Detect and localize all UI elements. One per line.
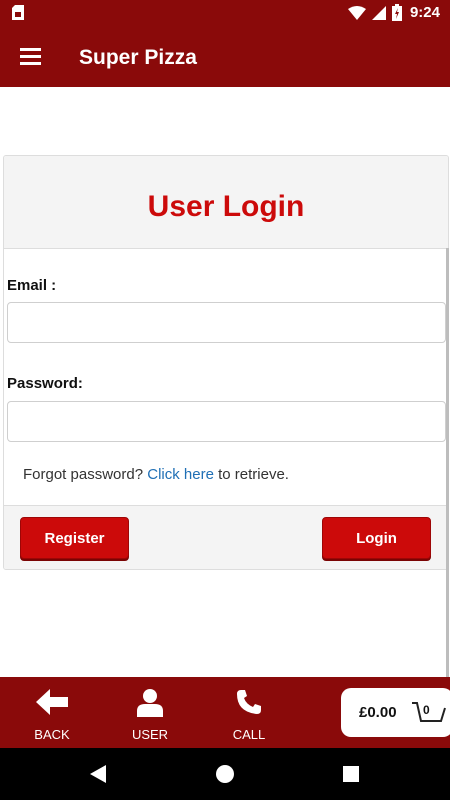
- status-icons: 9:24: [347, 0, 440, 25]
- wifi-icon: [347, 5, 366, 20]
- login-card-footer: Register Login: [4, 505, 448, 569]
- login-card-header: User Login: [4, 156, 448, 249]
- nav-back-button[interactable]: BACK: [17, 677, 87, 748]
- password-label: Password:: [7, 375, 83, 392]
- square-recents-icon: [343, 766, 359, 782]
- clock: 9:24: [409, 4, 440, 21]
- user-icon: [137, 689, 163, 717]
- app-bar: Super Pizza: [0, 25, 450, 87]
- nav-back-label: BACK: [34, 727, 70, 742]
- system-home-button[interactable]: [195, 748, 255, 800]
- phone-icon: [237, 690, 261, 714]
- cart-count: 0: [423, 703, 430, 717]
- system-nav-bar: [0, 748, 450, 800]
- screen: 9:24 Super Pizza User Login Email : Pass…: [0, 0, 450, 800]
- system-recents-button[interactable]: [321, 748, 381, 800]
- email-field[interactable]: [7, 302, 446, 343]
- forgot-password-text: Forgot password? Click here to retrieve.: [23, 466, 289, 483]
- system-back-button[interactable]: [68, 748, 128, 800]
- nav-call-label: CALL: [232, 727, 266, 742]
- battery-icon: [391, 4, 402, 21]
- status-bar: 9:24: [0, 0, 450, 25]
- nav-user-button[interactable]: USER: [115, 677, 185, 748]
- hamburger-menu-icon[interactable]: [20, 48, 42, 65]
- circle-home-icon: [216, 765, 234, 783]
- login-title: User Login: [147, 190, 305, 223]
- bottom-nav: BACK USER CALL £0.00 0: [0, 677, 450, 748]
- forgot-prefix: Forgot password?: [23, 466, 148, 483]
- login-button[interactable]: Login: [322, 517, 431, 559]
- app-title: Super Pizza: [79, 46, 197, 69]
- arrow-left-icon: [36, 689, 68, 715]
- forgot-suffix: to retrieve.: [213, 466, 289, 483]
- scrollbar[interactable]: [446, 248, 449, 678]
- nav-user-label: USER: [131, 727, 169, 742]
- triangle-back-icon: [90, 765, 106, 783]
- login-form: Email : Password: Forgot password? Click…: [4, 249, 448, 505]
- cart-button[interactable]: £0.00 0: [341, 688, 450, 737]
- nav-call-button[interactable]: CALL: [214, 677, 284, 748]
- sim-card-icon: [12, 5, 24, 20]
- cart-total: £0.00: [359, 704, 397, 721]
- signal-icon: [371, 5, 386, 20]
- email-label: Email :: [7, 277, 57, 294]
- login-card: User Login Email : Password: Forgot pass…: [3, 155, 449, 570]
- register-button[interactable]: Register: [20, 517, 129, 559]
- retrieve-password-link[interactable]: Click here: [147, 466, 214, 483]
- password-field[interactable]: [7, 401, 446, 442]
